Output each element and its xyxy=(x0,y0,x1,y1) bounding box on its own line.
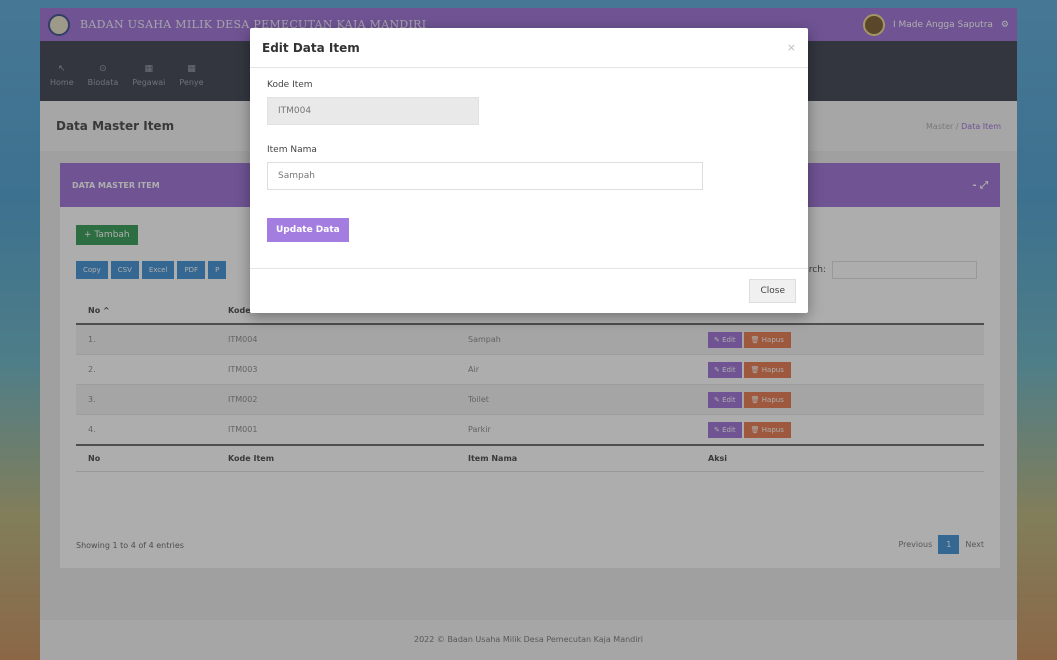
kode-item-label: Kode Item xyxy=(267,80,313,90)
close-icon[interactable]: × xyxy=(787,41,796,54)
item-nama-label: Item Nama xyxy=(267,145,317,155)
modal-body: Kode Item ITM004 Item Nama Sampah Update… xyxy=(250,68,808,254)
modal-header: Edit Data Item × xyxy=(250,28,808,68)
edit-item-modal: Edit Data Item × Kode Item ITM004 Item N… xyxy=(250,28,808,313)
modal-footer: Close xyxy=(250,268,808,313)
kode-item-field: ITM004 xyxy=(267,97,479,125)
update-data-button[interactable]: Update Data xyxy=(267,218,349,242)
close-button[interactable]: Close xyxy=(749,279,796,303)
modal-title: Edit Data Item xyxy=(262,40,360,55)
item-nama-field[interactable]: Sampah xyxy=(267,162,703,190)
